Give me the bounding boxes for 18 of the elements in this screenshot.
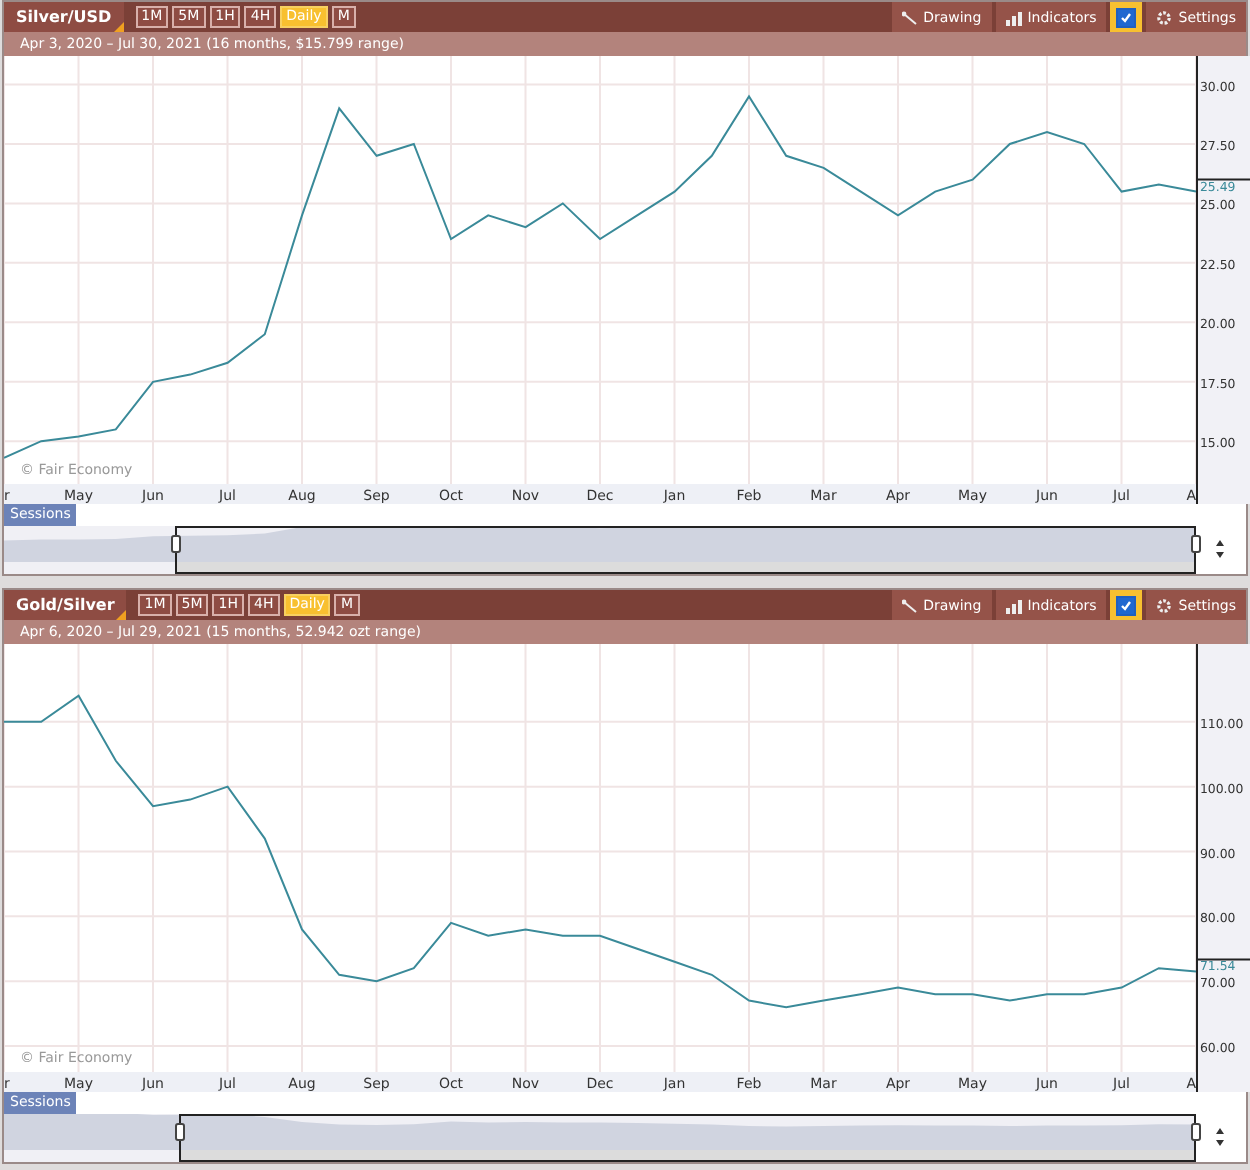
checkbox[interactable] bbox=[1110, 2, 1143, 32]
checkmark-icon bbox=[1120, 11, 1133, 23]
line-tool-icon bbox=[901, 597, 918, 613]
symbol-button[interactable]: Gold/Silver bbox=[4, 590, 127, 620]
range-handle[interactable] bbox=[175, 1123, 185, 1141]
settings-icon bbox=[1156, 597, 1173, 613]
symbol-button[interactable]: Silver/USD bbox=[4, 2, 124, 32]
chart-icon bbox=[1005, 597, 1022, 613]
checkmark-icon bbox=[1120, 599, 1133, 611]
up-down-icon[interactable] bbox=[1216, 540, 1224, 558]
range-handle[interactable] bbox=[171, 535, 181, 553]
range-handle[interactable] bbox=[1191, 535, 1201, 553]
line-tool-icon bbox=[901, 9, 918, 25]
settings-icon bbox=[1156, 9, 1173, 25]
up-down-icon[interactable] bbox=[1216, 1128, 1224, 1146]
checkbox[interactable] bbox=[1110, 590, 1143, 620]
range-handle[interactable] bbox=[1191, 1123, 1201, 1141]
chart-icon bbox=[1005, 9, 1022, 25]
